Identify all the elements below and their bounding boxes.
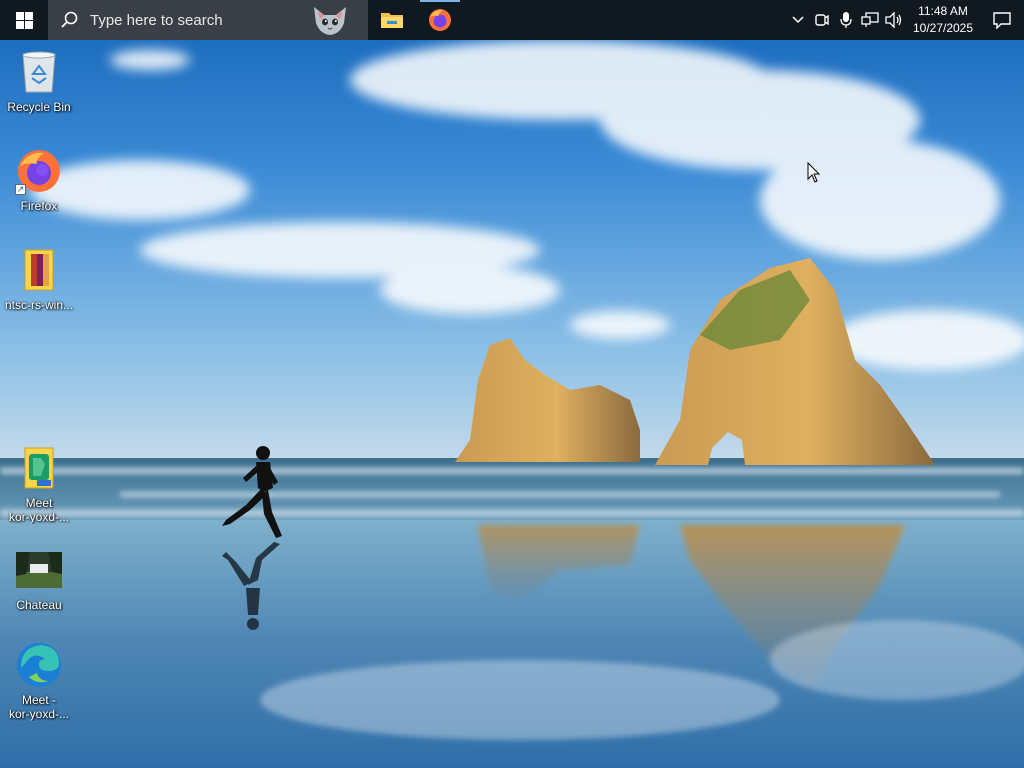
start-button[interactable] [0,0,48,40]
network-icon [861,12,879,27]
search-placeholder: Type here to search [90,11,223,29]
taskbar: Type here to search 11:48 AM 10/27/2025 [0,0,1024,40]
firefox-icon [429,9,451,31]
desktop-icon-chateau[interactable]: Chateau [1,546,77,612]
desktop-icon-label: Recycle Bin [7,100,71,114]
edge-icon [17,643,61,687]
mouse-cursor-icon [807,162,821,183]
taskbar-clock[interactable]: 11:48 AM 10/27/2025 [910,3,976,37]
microphone-button[interactable] [834,0,858,40]
volume-button[interactable] [882,0,906,40]
photo-thumbnail-icon [16,552,62,588]
search-icon [61,11,78,28]
chevron-up-icon [792,16,804,24]
meet-now-icon [815,14,829,26]
windows-logo-icon [15,11,33,29]
clock-time: 11:48 AM [918,4,968,18]
network-button[interactable] [858,0,882,40]
search-highlight-mascot-icon [314,7,346,35]
system-tray: 11:48 AM 10/27/2025 [786,0,1024,40]
show-hidden-icons-button[interactable] [786,0,810,40]
desktop-icon-label: ntsc-rs-win... [4,298,73,312]
archive-icon [24,249,54,291]
desktop-wallpaper [0,0,1024,768]
desktop-icon-edge-meet[interactable]: Meet - kor-yoxd-... [1,641,77,721]
desktop-icon-recycle-bin[interactable]: Recycle Bin [1,48,77,114]
folder-icon [381,13,403,28]
notification-icon [993,11,1011,29]
meet-file-icon [24,447,54,489]
taskbar-file-explorer[interactable] [368,0,416,40]
microphone-icon [840,12,852,28]
action-center-button[interactable] [980,0,1024,40]
shortcut-arrow-icon: ↗ [15,184,26,195]
desktop-icon-label: Meet - kor-yoxd-... [8,693,69,721]
recycle-bin-icon [22,51,56,93]
volume-icon [885,12,902,28]
taskbar-search-box[interactable]: Type here to search [48,0,368,40]
desktop-icon-label: Firefox [20,199,58,213]
clock-date: 10/27/2025 [912,21,974,35]
meet-now-button[interactable] [810,0,834,40]
desktop-icon-meet-file[interactable]: Meet kor-yoxd-... [1,444,77,524]
desktop-icon-ntsc-rs[interactable]: ntsc-rs-win... [1,246,77,312]
desktop-icon-label: Chateau [16,598,62,612]
desktop-icon-label: Meet kor-yoxd-... [8,496,69,524]
desktop-icon-firefox[interactable]: ↗ Firefox [1,147,77,213]
taskbar-firefox[interactable] [416,0,464,40]
